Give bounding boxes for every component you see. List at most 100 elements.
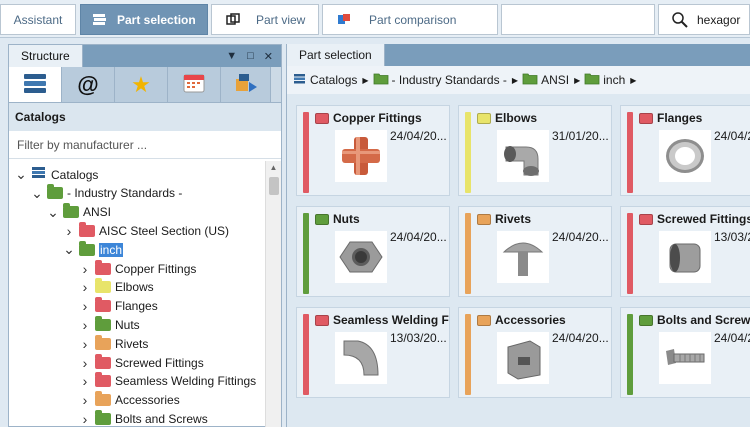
part-card-date: 24/04/20... (714, 129, 750, 143)
tree-item[interactable]: ⌄ Catalogs (15, 165, 98, 184)
tree-item[interactable]: › Accessories (79, 391, 180, 410)
status-bar (627, 213, 633, 294)
collapse-right-icon[interactable]: › (79, 317, 91, 333)
star-icon: ★ (131, 71, 151, 97)
part-card-title: Screwed Fittings (639, 212, 750, 226)
search-field[interactable] (501, 4, 655, 35)
catalogs-heading: Catalogs (9, 103, 281, 131)
part-card-date: 24/04/20... (552, 230, 609, 244)
tree-item[interactable]: › Seamless Welding Fittings (79, 372, 256, 391)
tab-catalogs[interactable] (9, 67, 62, 102)
tree-item[interactable]: ⌄ - Industry Standards - (31, 184, 182, 203)
folder-icon (315, 213, 329, 225)
part-selection-title: Part selection (287, 44, 385, 66)
expand-down-icon[interactable]: ⌄ (15, 166, 27, 183)
part-thumbnail (335, 231, 387, 283)
status-bar (627, 112, 633, 193)
folder-icon (79, 240, 95, 256)
part-card-name: Screwed Fittings (657, 212, 750, 226)
collapse-right-icon[interactable]: › (79, 336, 91, 352)
folder-icon (639, 112, 653, 124)
tab-assistant[interactable]: Assistant (0, 4, 76, 35)
collapse-right-icon[interactable]: › (79, 298, 91, 314)
part-card[interactable]: Elbows 31/01/20... (458, 105, 612, 196)
tree-item[interactable]: ⌄ ANSI (47, 203, 111, 222)
collapse-right-icon[interactable]: › (79, 411, 91, 427)
part-card[interactable]: Seamless Welding Fit 13/03/20... (296, 307, 450, 398)
filter-manufacturer-input[interactable] (9, 131, 281, 159)
breadcrumb-item[interactable]: inch ▶ (584, 72, 636, 88)
part-card-name: Rivets (495, 212, 532, 226)
close-icon[interactable]: ✕ (264, 50, 273, 63)
tab-part-view[interactable]: Part view (211, 4, 319, 35)
folder-icon (95, 409, 111, 425)
part-card-title: Bolts and Screws (639, 313, 750, 327)
dropdown-icon[interactable]: ▼ (226, 50, 237, 63)
folder-icon (639, 314, 653, 326)
breadcrumb-item[interactable]: - Industry Standards - ▶ (373, 72, 519, 88)
expand-down-icon[interactable]: ⌄ (31, 185, 43, 202)
breadcrumb-item[interactable]: ANSI ▶ (522, 72, 580, 88)
expand-down-icon[interactable]: ⌄ (63, 241, 75, 258)
expand-down-icon[interactable]: ⌄ (47, 204, 59, 221)
folder-icon (373, 72, 389, 88)
scroll-thumb[interactable] (269, 177, 279, 195)
collapse-right-icon[interactable]: › (79, 261, 91, 277)
tab-part-selection[interactable]: Part selection (80, 4, 208, 35)
tree-item[interactable]: › Elbows (79, 278, 154, 297)
tree-item[interactable]: › Rivets (79, 334, 148, 353)
part-card[interactable]: Rivets 24/04/20... (458, 206, 612, 297)
tree-item[interactable]: › Flanges (79, 297, 158, 316)
collapse-right-icon[interactable]: › (79, 355, 91, 371)
tab-calendar[interactable] (168, 67, 221, 102)
collapse-right-icon[interactable]: › (79, 279, 91, 295)
tree-item-label: Screwed Fittings (115, 355, 204, 370)
folder-icon (95, 353, 111, 369)
collapse-right-icon[interactable]: › (79, 373, 91, 389)
part-card[interactable]: Flanges 24/04/20... (620, 105, 750, 196)
status-bar (627, 314, 633, 395)
part-card[interactable]: Accessories 24/04/20... (458, 307, 612, 398)
tree-item-label: Seamless Welding Fittings (115, 374, 257, 389)
breadcrumb-item[interactable]: Catalogs ▶ (293, 73, 369, 88)
search-box[interactable]: hexagor (658, 4, 750, 35)
part-thumbnail (659, 332, 711, 384)
part-card[interactable]: Copper Fittings 24/04/20... (296, 105, 450, 196)
collapse-right-icon[interactable]: › (63, 223, 75, 239)
part-thumbnail (659, 231, 711, 283)
tab-email[interactable]: @ (62, 67, 115, 102)
tab-label: Part view (256, 12, 306, 27)
part-card[interactable]: Bolts and Screws 24/04/20... (620, 307, 750, 398)
tree-item[interactable]: ⌄ inch (63, 240, 124, 259)
search-text: hexagor (697, 12, 741, 27)
tree-item[interactable]: › Bolts and Screws (79, 409, 208, 427)
tab-label: Assistant (13, 12, 63, 27)
collapse-right-icon[interactable]: › (79, 392, 91, 408)
tree-scrollbar[interactable]: ▲ (265, 161, 281, 427)
tree-item[interactable]: › Copper Fittings (79, 259, 196, 278)
folder-icon (477, 213, 491, 225)
part-card-name: Elbows (495, 111, 538, 125)
tree-item[interactable]: › Nuts (79, 315, 140, 334)
part-view-icon (224, 12, 242, 28)
tree-item-label: Bolts and Screws (115, 411, 208, 426)
part-card[interactable]: Screwed Fittings 13/03/2 (620, 206, 750, 297)
tree-item[interactable]: › Screwed Fittings (79, 353, 204, 372)
calendar-icon (182, 72, 206, 97)
tab-favorites[interactable]: ★ (115, 67, 168, 102)
search-icon (671, 11, 689, 28)
breadcrumb-arrow-icon: ▶ (511, 75, 519, 85)
breadcrumb-arrow-icon: ▶ (630, 75, 637, 85)
scroll-up-icon[interactable]: ▲ (266, 161, 281, 175)
part-thumbnail (335, 332, 387, 384)
tab-part-comparison[interactable]: Part comparison (322, 4, 498, 35)
maximize-icon[interactable]: □ (247, 50, 254, 63)
status-bar (303, 314, 309, 395)
status-bar (465, 213, 471, 294)
tree-item[interactable]: › AISC Steel Section (US) (63, 221, 229, 240)
tab-export[interactable] (221, 67, 271, 102)
catalog-icon (91, 12, 109, 28)
part-card[interactable]: Nuts 24/04/20... (296, 206, 450, 297)
tree-item-label: Nuts (115, 317, 140, 332)
part-card-date: 24/04/20... (552, 331, 609, 345)
